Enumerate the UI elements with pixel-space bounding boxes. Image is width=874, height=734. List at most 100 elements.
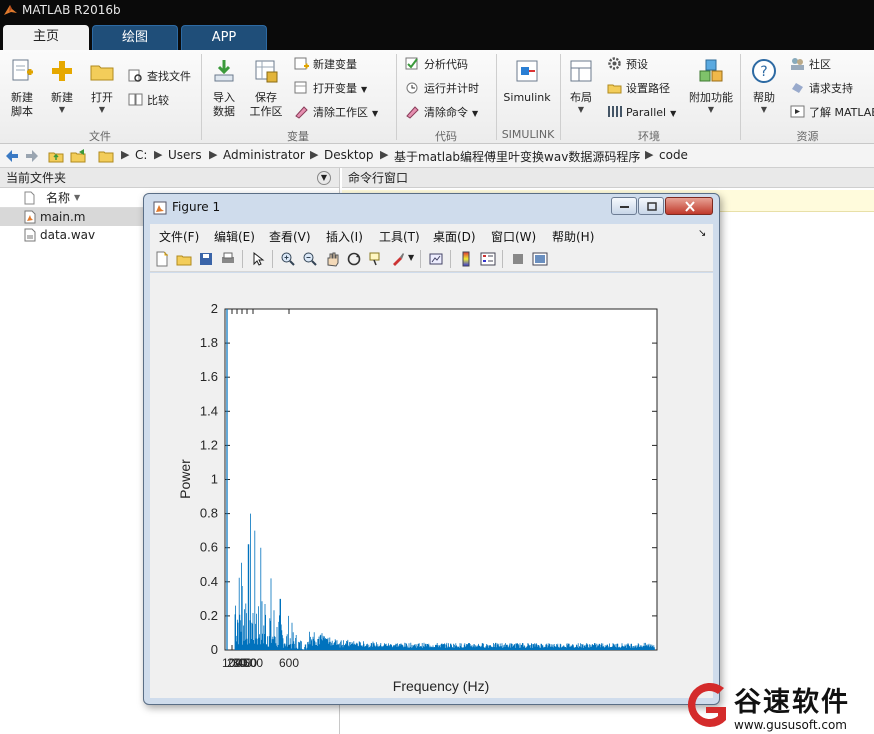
wav-file-icon bbox=[24, 228, 36, 242]
power-spectrum-plot[interactable]: 00.20.40.60.811.21.41.61.82 100200300400… bbox=[150, 273, 713, 698]
breadcrumb-code[interactable]: code bbox=[659, 148, 688, 162]
app-title: MATLAB R2016b bbox=[22, 3, 121, 17]
zoom-out-icon[interactable] bbox=[302, 251, 318, 267]
new-figure-icon[interactable] bbox=[154, 251, 170, 267]
print-icon[interactable] bbox=[220, 251, 236, 267]
figure-canvas: 0 0.2 0.4 0.6 0.8 1 1.2 1.4 1.6 1.8 2 100 200 300 400… bbox=[150, 273, 713, 698]
brush-icon[interactable] bbox=[390, 251, 406, 267]
figure-title: Figure 1 bbox=[172, 200, 221, 214]
open-button[interactable]: 打开 ▼ bbox=[86, 58, 118, 115]
clear-workspace-button[interactable]: 清除工作区 ▼ bbox=[294, 104, 378, 122]
back-arrow-icon[interactable] bbox=[4, 148, 20, 164]
find-files-button[interactable]: 查找文件 bbox=[128, 68, 191, 86]
maximize-button[interactable] bbox=[638, 197, 664, 215]
save-icon[interactable] bbox=[198, 251, 214, 267]
y-tick-label: 1 bbox=[211, 472, 218, 487]
hide-plot-tools-icon[interactable] bbox=[510, 251, 526, 267]
link-plot-icon[interactable] bbox=[428, 251, 444, 267]
request-support-button[interactable]: 请求支持 bbox=[790, 80, 853, 98]
help-button[interactable]: ? 帮助 ▼ bbox=[748, 58, 780, 115]
menu-tools[interactable]: 工具(T) bbox=[379, 228, 420, 245]
analyze-code-label: 分析代码 bbox=[424, 58, 468, 71]
pan-hand-icon[interactable] bbox=[324, 251, 340, 267]
breadcrumb-administrator[interactable]: Administrator bbox=[223, 148, 305, 162]
breadcrumb-desktop[interactable]: Desktop bbox=[324, 148, 374, 162]
import-data-icon bbox=[214, 60, 234, 82]
clear-workspace-dropdown-icon[interactable]: ▼ bbox=[372, 109, 378, 118]
new-script-button[interactable]: 新建 脚本 bbox=[4, 58, 40, 119]
new-button[interactable]: 新建 ▼ bbox=[46, 58, 78, 115]
pointer-icon[interactable] bbox=[250, 251, 266, 267]
run-and-time-button[interactable]: 运行并计时 bbox=[405, 80, 479, 98]
parallel-button[interactable]: Parallel ▼ bbox=[607, 104, 676, 122]
tab-plots[interactable]: 绘图 bbox=[92, 25, 178, 50]
colorbar-icon[interactable] bbox=[458, 251, 474, 267]
preferences-button[interactable]: 预设 bbox=[607, 56, 648, 74]
open-variable-button[interactable]: 打开变量 ▼ bbox=[294, 80, 367, 98]
request-support-label: 请求支持 bbox=[809, 82, 853, 95]
figure-title-bar[interactable]: Figure 1 bbox=[144, 194, 719, 222]
import-data-button[interactable]: 导入 数据 bbox=[206, 58, 242, 119]
clear-commands-button[interactable]: 清除命令 ▼ bbox=[405, 104, 478, 122]
tab-apps[interactable]: APP bbox=[181, 25, 267, 50]
save-workspace-button[interactable]: 保存 工作区 bbox=[246, 58, 286, 119]
menu-insert[interactable]: 插入(I) bbox=[326, 228, 363, 245]
community-icon bbox=[791, 58, 804, 70]
learn-matlab-button[interactable]: 了解 MATLAB bbox=[790, 104, 874, 122]
name-column-header[interactable]: 名称 bbox=[46, 188, 70, 208]
minimize-button[interactable] bbox=[611, 197, 637, 215]
new-variable-icon bbox=[294, 57, 309, 70]
m-file-icon bbox=[24, 210, 36, 224]
clear-commands-dropdown-icon[interactable]: ▼ bbox=[472, 109, 478, 118]
compare-icon bbox=[128, 93, 143, 106]
forward-arrow-icon[interactable] bbox=[24, 148, 40, 164]
ribbon-tab-row: 主页 绘图 APP bbox=[0, 22, 874, 50]
menu-desktop[interactable]: 桌面(D) bbox=[433, 228, 476, 245]
addons-button[interactable]: 附加功能 ▼ bbox=[688, 58, 734, 115]
new-script-label: 新建 脚本 bbox=[11, 91, 33, 118]
show-plot-tools-icon[interactable] bbox=[532, 251, 548, 267]
toolbar-divider bbox=[502, 250, 503, 268]
figure-window[interactable]: Figure 1 文件(F) 编辑(E) 查看(V) 插入(I) 工具(T) 桌… bbox=[143, 193, 720, 705]
menu-help[interactable]: 帮助(H) bbox=[552, 228, 594, 245]
analyze-code-button[interactable]: 分析代码 bbox=[405, 56, 468, 74]
open-file-icon[interactable] bbox=[176, 251, 192, 267]
parallel-dropdown-icon[interactable]: ▼ bbox=[670, 109, 676, 118]
open-variable-dropdown-icon[interactable]: ▼ bbox=[361, 85, 367, 94]
new-plus-icon bbox=[52, 61, 72, 81]
close-button[interactable] bbox=[665, 197, 713, 215]
find-files-icon bbox=[128, 69, 142, 82]
breadcrumb-drive[interactable]: C: bbox=[135, 148, 147, 162]
zoom-in-icon[interactable] bbox=[280, 251, 296, 267]
breadcrumb-project-folder[interactable]: 基于matlab编程傅里叶变换wav数据源码程序 bbox=[394, 148, 640, 165]
menu-file[interactable]: 文件(F) bbox=[159, 228, 199, 245]
browse-folder-icon[interactable] bbox=[70, 148, 86, 164]
layout-button[interactable]: 布局 ▼ bbox=[564, 58, 598, 115]
tab-home[interactable]: 主页 bbox=[3, 25, 89, 50]
panel-options-icon[interactable]: ▼ bbox=[317, 171, 331, 185]
legend-icon[interactable] bbox=[480, 251, 496, 267]
data-cursor-icon[interactable] bbox=[368, 251, 384, 267]
save-workspace-icon bbox=[255, 60, 278, 83]
learn-matlab-label: 了解 MATLAB bbox=[809, 106, 874, 119]
menu-undock-arrow-icon[interactable]: ↘ bbox=[698, 228, 706, 239]
set-path-button[interactable]: 设置路径 bbox=[607, 80, 670, 98]
simulink-button[interactable]: Simulink bbox=[500, 58, 554, 105]
new-dropdown-icon: ▼ bbox=[58, 105, 66, 114]
breadcrumb-users[interactable]: Users bbox=[168, 148, 202, 162]
menu-view[interactable]: 查看(V) bbox=[269, 228, 311, 245]
watermark-brand-text: 谷速软件 bbox=[734, 687, 850, 718]
community-button[interactable]: 社区 bbox=[790, 56, 831, 74]
compare-label: 比较 bbox=[147, 94, 169, 107]
run-and-time-icon bbox=[406, 82, 418, 94]
rotate-3d-icon[interactable] bbox=[346, 251, 362, 267]
menu-edit[interactable]: 编辑(E) bbox=[214, 228, 255, 245]
y-tick-label: 0.4 bbox=[200, 574, 218, 589]
brush-dropdown-icon[interactable]: ▼ bbox=[408, 253, 414, 262]
up-folder-icon[interactable] bbox=[48, 148, 64, 164]
compare-button[interactable]: 比较 bbox=[128, 92, 169, 110]
menu-window[interactable]: 窗口(W) bbox=[491, 228, 536, 245]
y-tick-label: 0.6 bbox=[200, 540, 218, 555]
new-variable-button[interactable]: 新建变量 bbox=[294, 56, 357, 74]
folder-icon bbox=[98, 151, 114, 163]
